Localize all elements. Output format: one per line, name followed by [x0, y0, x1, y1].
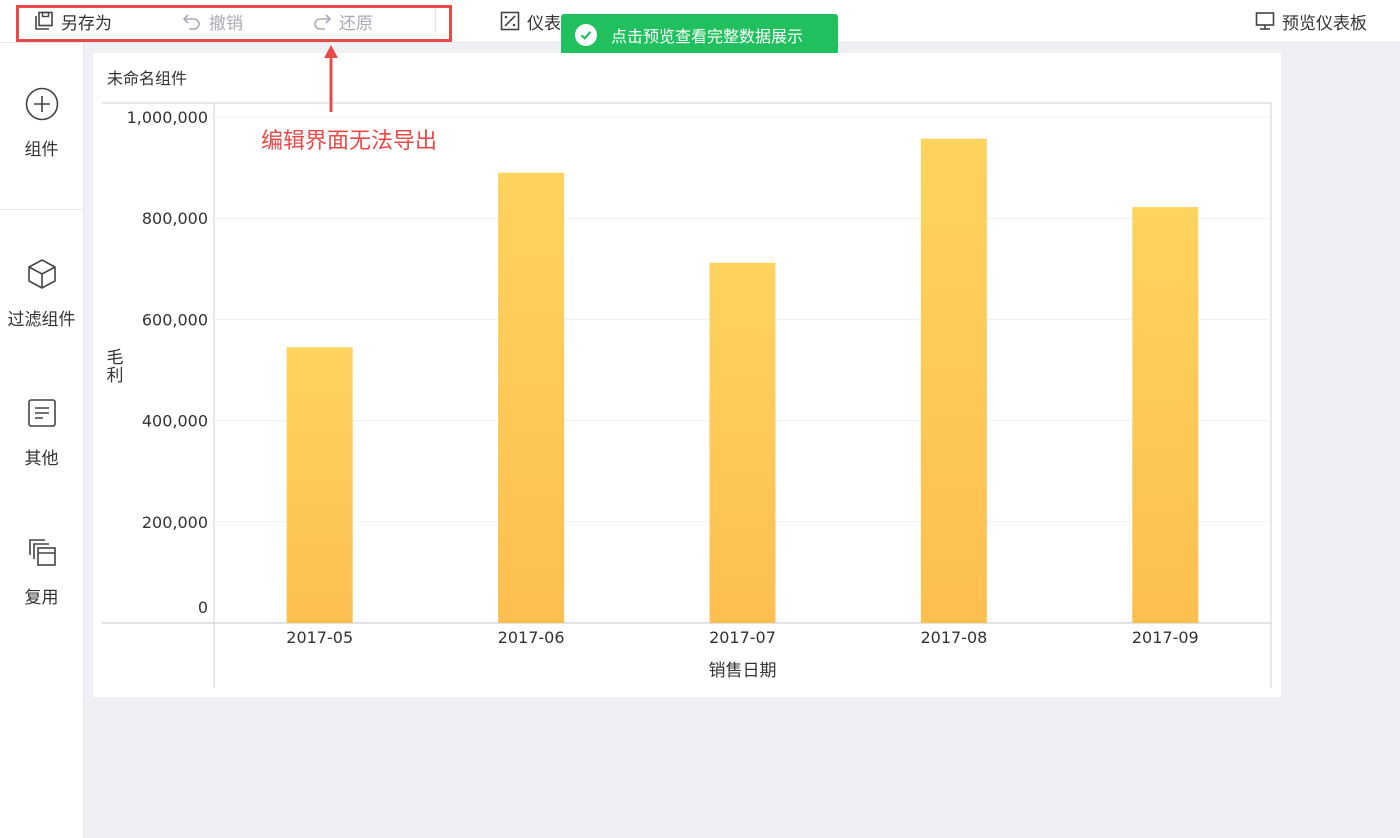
palette-icon — [500, 11, 520, 31]
component-sidebar: 组件 过滤组件 其他 复用 — [0, 43, 84, 838]
y-tick-label: 600,000 — [142, 310, 208, 329]
bar — [709, 262, 776, 623]
annotation-text: 编辑界面无法导出 — [261, 129, 438, 154]
document-icon — [27, 399, 56, 427]
cube-icon — [27, 259, 56, 289]
sidebar-item-label: 复用 — [24, 588, 59, 608]
bar — [920, 138, 987, 623]
sidebar-item-other[interactable]: 其他 — [0, 394, 83, 469]
preview-dashboard-label: 预览仪表板 — [1282, 13, 1367, 34]
copy-icon — [28, 539, 56, 566]
sidebar-item-label: 过滤组件 — [7, 310, 76, 330]
y-tick-label: 400,000 — [142, 412, 208, 431]
plus-circle-icon — [25, 87, 58, 121]
monitor-icon — [1255, 12, 1275, 30]
y-tick-label: 800,000 — [142, 209, 208, 228]
dashboard-style-button[interactable]: 仪表 — [500, 0, 561, 42]
bar — [1132, 207, 1199, 623]
y-axis-title-char: 毛 — [107, 348, 124, 368]
bar — [498, 172, 565, 623]
sidebar-item-components[interactable]: 组件 — [0, 85, 83, 160]
sidebar-item-reuse[interactable]: 复用 — [0, 533, 83, 608]
preview-dashboard-button[interactable]: 预览仪表板 — [1255, 0, 1367, 42]
x-tick-label: 2017-05 — [286, 628, 353, 647]
sidebar-item-filter-components[interactable]: 过滤组件 — [0, 255, 83, 330]
y-tick-label: 1,000,000 — [127, 108, 208, 127]
y-tick-label: 0 — [198, 598, 208, 617]
x-tick-label: 2017-09 — [1132, 628, 1199, 647]
x-tick-label: 2017-06 — [498, 628, 565, 647]
dashboard-style-label: 仪表 — [527, 13, 561, 34]
y-axis-title-char: 利 — [107, 366, 124, 386]
sidebar-item-label: 组件 — [24, 140, 59, 160]
toast-message: 点击预览查看完整数据展示 — [611, 26, 804, 46]
sidebar-divider — [0, 209, 83, 210]
x-axis-title: 销售日期 — [709, 661, 777, 681]
success-toast: 点击预览查看完整数据展示 — [561, 14, 838, 55]
annotation-highlight-box — [16, 5, 452, 42]
y-tick-label: 200,000 — [142, 513, 208, 532]
annotation-arrow-icon — [324, 45, 338, 112]
x-tick-label: 2017-07 — [709, 628, 776, 647]
bar — [286, 347, 353, 623]
x-tick-label: 2017-08 — [920, 628, 987, 647]
check-circle-icon — [575, 23, 597, 46]
sidebar-item-label: 其他 — [24, 449, 59, 469]
